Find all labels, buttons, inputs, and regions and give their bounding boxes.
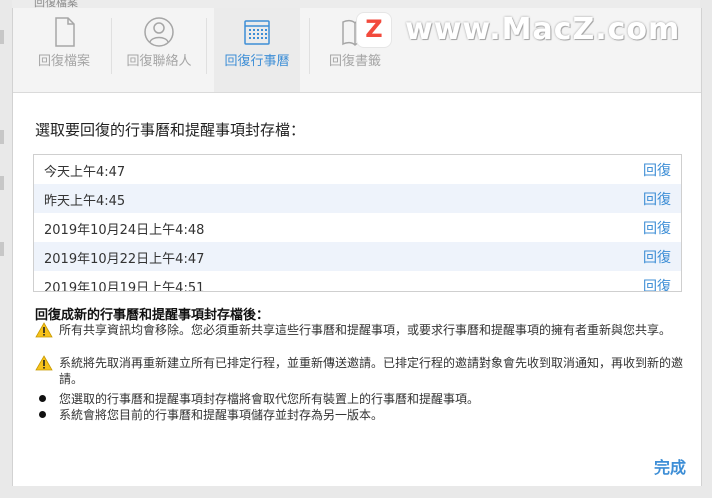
archive-date: 昨天上午4:45 <box>44 194 126 209</box>
background-app-bottom-edge <box>0 486 712 498</box>
document-icon <box>55 17 75 47</box>
archive-row: 昨天上午4:45 回復 <box>34 184 681 213</box>
background-app-fragment <box>0 130 4 144</box>
tab-label: 回復聯絡人 <box>126 54 192 69</box>
bullet-icon <box>35 407 53 423</box>
archive-row: 2019年10月19日上午4:51 回復 <box>34 271 681 292</box>
note-text: 您選取的行事曆和提醒事項封存檔將會取代您所有裝置上的行事曆和提醒事項。 <box>59 392 480 406</box>
archive-date: 2019年10月19日上午4:51 <box>44 281 205 292</box>
archive-row: 2019年10月24日上午4:48 回復 <box>34 213 681 242</box>
contact-icon <box>144 17 174 47</box>
watermark-text: www.MacZ.com <box>405 12 681 47</box>
tab-label: 回復行事曆 <box>224 54 290 69</box>
tab-divider <box>111 18 112 74</box>
restore-link[interactable]: 回復 <box>643 160 671 180</box>
bullet-icon <box>35 391 53 407</box>
tab-restore-files[interactable]: 回復檔案 <box>21 8 107 92</box>
restore-link[interactable]: 回復 <box>643 189 671 209</box>
tab-divider <box>309 18 310 74</box>
note-text: 系統將先取消再重新建立所有已排定行程，並重新傳送邀請。已排定行程的邀請對象會先收… <box>59 356 684 386</box>
note-text: 所有共享資訊均會移除。您必須重新共享這些行事曆和提醒事項，或要求行事曆和提醒事項… <box>59 323 672 337</box>
warning-icon <box>35 322 53 338</box>
archive-list-prompt: 選取要回復的行事曆和提醒事項封存檔： <box>35 121 306 139</box>
calendar-icon <box>244 20 270 45</box>
background-app-fragment <box>0 30 4 44</box>
tab-label: 回復書籤 <box>328 54 381 69</box>
restore-toolbar: 回復檔案 回復聯絡人 回復行事曆 回復書籤 Z www.MacZ.com <box>13 8 701 93</box>
background-app-left-edge <box>0 0 12 498</box>
tab-restore-calendars[interactable]: 回復行事曆 <box>214 8 300 92</box>
warning-icon <box>35 355 53 371</box>
archive-date: 2019年10月22日上午4:47 <box>44 252 205 267</box>
tab-divider <box>206 18 207 74</box>
archive-date: 2019年10月24日上午4:48 <box>44 223 205 238</box>
note-text: 系統會將您目前的行事曆和提醒事項儲存並封存為另一版本。 <box>59 408 384 422</box>
watermark-logo: Z <box>356 12 392 48</box>
archive-date: 今天上午4:47 <box>44 165 126 180</box>
background-app-fragment <box>0 242 4 256</box>
tab-label: 回復檔案 <box>37 54 90 69</box>
archive-list[interactable]: 今天上午4:47 回復 昨天上午4:45 回復 2019年10月24日上午4:4… <box>33 154 682 292</box>
tab-restore-contacts[interactable]: 回復聯絡人 <box>116 8 202 92</box>
background-app-fragment <box>0 176 4 190</box>
watermark-logo-letter: Z <box>365 15 383 43</box>
restore-link[interactable]: 回復 <box>643 247 671 267</box>
done-button[interactable]: 完成 <box>654 454 686 478</box>
restore-dialog: 回復檔案 回復聯絡人 回復行事曆 回復書籤 Z www.MacZ.com 選取要… <box>12 8 702 486</box>
archive-row: 今天上午4:47 回復 <box>34 155 681 184</box>
after-restore-heading: 回復成新的行事曆和提醒事項封存檔後： <box>35 308 270 323</box>
background-app-top-edge: 回復檔案 <box>12 0 712 9</box>
restore-link[interactable]: 回復 <box>643 218 671 238</box>
archive-row: 2019年10月22日上午4:47 回復 <box>34 242 681 271</box>
restore-link[interactable]: 回復 <box>643 276 671 291</box>
